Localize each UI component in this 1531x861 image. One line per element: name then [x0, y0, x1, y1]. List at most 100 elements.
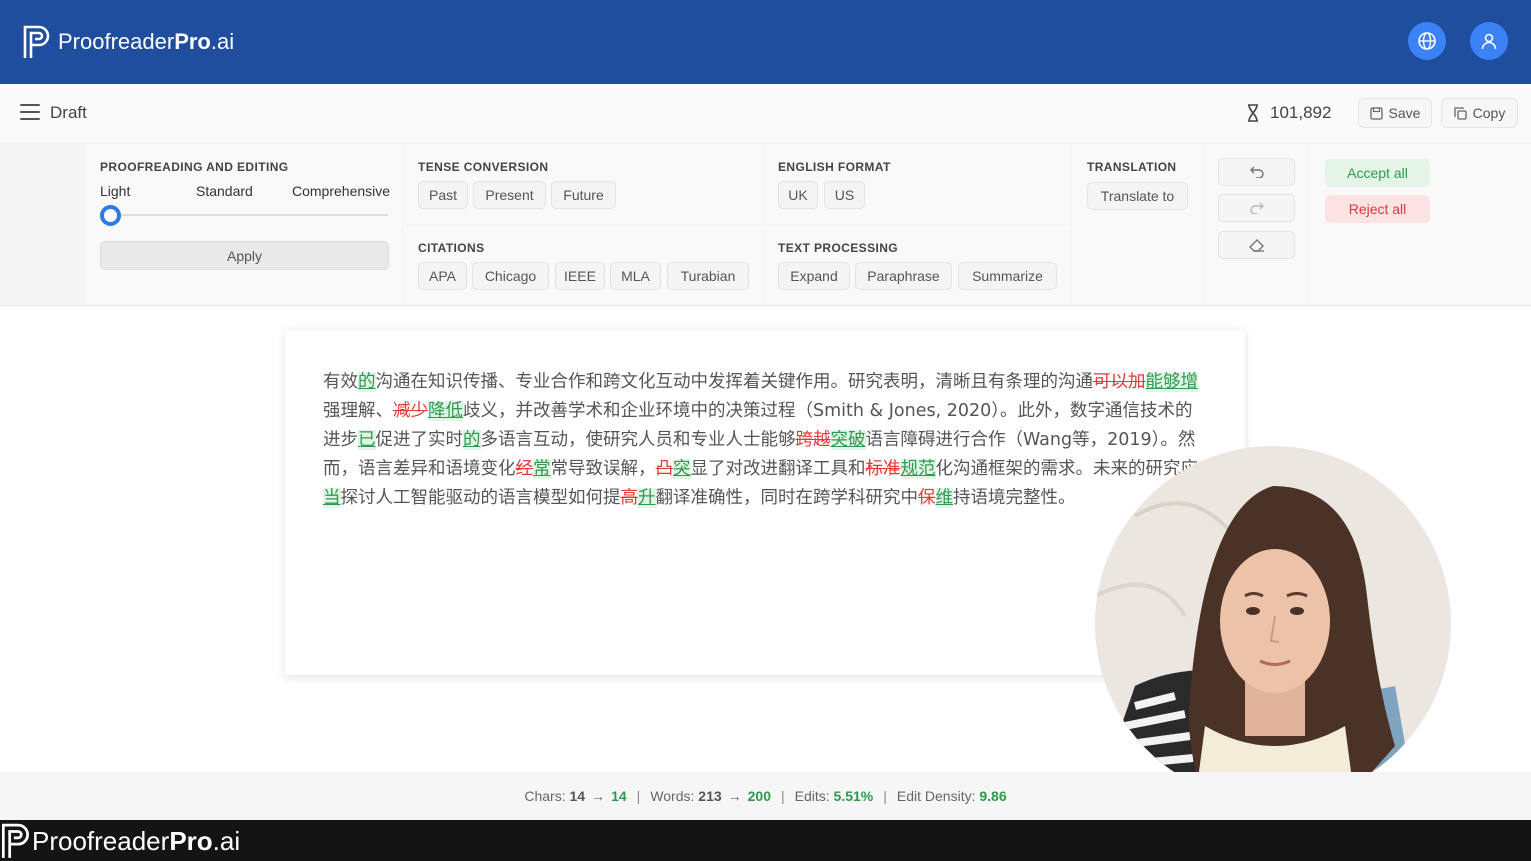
footer-logo-suffix: .ai: [212, 825, 241, 856]
tense-future-button[interactable]: Future: [551, 181, 616, 209]
profile-button[interactable]: [1470, 22, 1508, 60]
divider: |: [636, 788, 641, 804]
inserted-text[interactable]: 当: [323, 488, 341, 508]
body-text: 强理解、: [323, 401, 393, 421]
body-text: 探讨人工智能驱动的语言模型如何提: [340, 488, 621, 508]
words-label: Words:: [650, 788, 695, 804]
copy-icon: [1454, 106, 1467, 120]
deleted-text[interactable]: 跨越: [796, 430, 831, 450]
logo-mark-icon: [1, 823, 29, 858]
app-logo[interactable]: Proofreader Pro .ai: [22, 24, 234, 60]
citation-mla-button[interactable]: MLA: [610, 262, 661, 290]
undo-button[interactable]: [1218, 158, 1295, 186]
summarize-button[interactable]: Summarize: [958, 262, 1057, 290]
citation-turabian-button[interactable]: Turabian: [667, 262, 749, 290]
citations-title: CITATIONS: [418, 241, 485, 255]
citation-chicago-button[interactable]: Chicago: [472, 262, 549, 290]
divider: |: [781, 788, 785, 804]
copy-button[interactable]: Copy: [1441, 98, 1518, 128]
presenter-video-avatar: [1095, 446, 1451, 802]
inserted-text[interactable]: 能够增: [1145, 372, 1198, 392]
app-header: Proofreader Pro .ai: [0, 0, 1531, 84]
hamburger-menu-icon[interactable]: [20, 104, 40, 122]
brand-footer: Proofreader Pro .ai: [0, 820, 1531, 861]
body-text: 显了对改进翻译工具和: [690, 459, 866, 479]
level-slider-track[interactable]: [104, 214, 388, 216]
deleted-text[interactable]: 减少: [393, 401, 428, 421]
save-label: Save: [1388, 105, 1421, 121]
language-button[interactable]: [1408, 22, 1446, 60]
level-comprehensive[interactable]: Comprehensive: [292, 183, 390, 199]
level-standard[interactable]: Standard: [196, 183, 253, 199]
copy-label: Copy: [1472, 105, 1506, 121]
inserted-text[interactable]: 降低: [428, 401, 463, 421]
deleted-text[interactable]: 凸: [656, 459, 674, 479]
expand-button[interactable]: Expand: [778, 262, 850, 290]
redo-icon: [1249, 202, 1264, 214]
logo-text-suffix: .ai: [210, 29, 235, 54]
proofreading-title: PROOFREADING AND EDITING: [100, 160, 289, 174]
save-icon: [1369, 106, 1383, 120]
deleted-text[interactable]: 可以加: [1093, 372, 1146, 392]
translate-to-button[interactable]: Translate to: [1087, 182, 1188, 210]
inserted-text[interactable]: 的: [358, 372, 376, 392]
english-format-title: ENGLISH FORMAT: [778, 160, 891, 174]
inserted-text[interactable]: 常: [533, 459, 551, 479]
token-counter: 101,892: [1246, 103, 1331, 123]
body-text: 多语言互动，使研究人员和专业人士能够: [480, 430, 796, 450]
words-after: 200: [747, 788, 771, 804]
accept-all-button[interactable]: Accept all: [1325, 159, 1430, 187]
chars-after: 14: [611, 788, 627, 804]
globe-icon: [1418, 32, 1436, 50]
density-value: 9.86: [979, 788, 1007, 804]
inserted-text[interactable]: 已: [358, 430, 376, 450]
edits-label: Edits:: [794, 788, 830, 804]
level-slider-handle[interactable]: [100, 205, 121, 226]
chars-before: 14: [569, 788, 586, 804]
inserted-text[interactable]: 的: [463, 430, 481, 450]
clear-button[interactable]: [1218, 231, 1295, 259]
token-count: 101,892: [1270, 103, 1332, 122]
tense-title: TENSE CONVERSION: [418, 160, 549, 174]
arrow-right-icon: →: [591, 788, 606, 804]
level-light[interactable]: Light: [100, 183, 130, 199]
body-text: 常导致误解，: [550, 459, 656, 479]
citation-ieee-button[interactable]: IEEE: [555, 262, 605, 290]
inserted-text[interactable]: 维: [935, 488, 953, 508]
inserted-text[interactable]: 升: [638, 488, 656, 508]
hourglass-icon: [1248, 104, 1258, 122]
document-stats-bar: Chars: 14 → 14 | Words: 213 → 200 | Edit…: [0, 772, 1531, 820]
edits-value: 5.51%: [833, 788, 874, 804]
divider: |: [883, 788, 887, 804]
format-uk-button[interactable]: UK: [778, 181, 818, 209]
words-before: 213: [698, 788, 722, 804]
inserted-text[interactable]: 突: [673, 459, 691, 479]
apply-button[interactable]: Apply: [100, 241, 389, 270]
footer-logo-regular: Proofreader: [32, 825, 170, 856]
document-title: Draft: [50, 103, 87, 122]
footer-logo: Proofreader Pro .ai: [0, 822, 240, 860]
footer-logo-bold: Pro: [169, 825, 213, 856]
density-label: Edit Density:: [896, 788, 976, 804]
logo-text-bold: Pro: [174, 29, 211, 54]
format-us-button[interactable]: US: [824, 181, 865, 209]
deleted-text[interactable]: 高: [621, 488, 639, 508]
body-text: 沟通在知识传播、专业合作和跨文化互动中发挥着关键作用。研究表明，清晰且有条理的沟…: [375, 372, 1094, 392]
redo-button[interactable]: [1218, 194, 1295, 222]
deleted-text[interactable]: 经: [516, 459, 534, 479]
inserted-text[interactable]: 规范: [900, 459, 936, 479]
inserted-text[interactable]: 突破: [830, 430, 866, 450]
body-text: 翻译准确性，同时在跨学科研究中: [655, 488, 919, 508]
tense-present-button[interactable]: Present: [473, 181, 546, 209]
deleted-text[interactable]: 标准: [866, 459, 901, 479]
undo-icon: [1249, 166, 1264, 178]
reject-all-button[interactable]: Reject all: [1325, 195, 1430, 223]
citation-apa-button[interactable]: APA: [418, 262, 467, 290]
paraphrase-button[interactable]: Paraphrase: [855, 262, 952, 290]
document-text[interactable]: 有效的沟通在知识传播、专业合作和跨文化互动中发挥着关键作用。研究表明，清晰且有条…: [323, 368, 1207, 513]
save-button[interactable]: Save: [1358, 98, 1432, 128]
deleted-text[interactable]: 保: [918, 488, 936, 508]
tense-past-button[interactable]: Past: [418, 181, 468, 209]
logo-text-regular: Proofreader: [58, 29, 175, 54]
body-text: 持语境完整性。: [953, 488, 1076, 508]
